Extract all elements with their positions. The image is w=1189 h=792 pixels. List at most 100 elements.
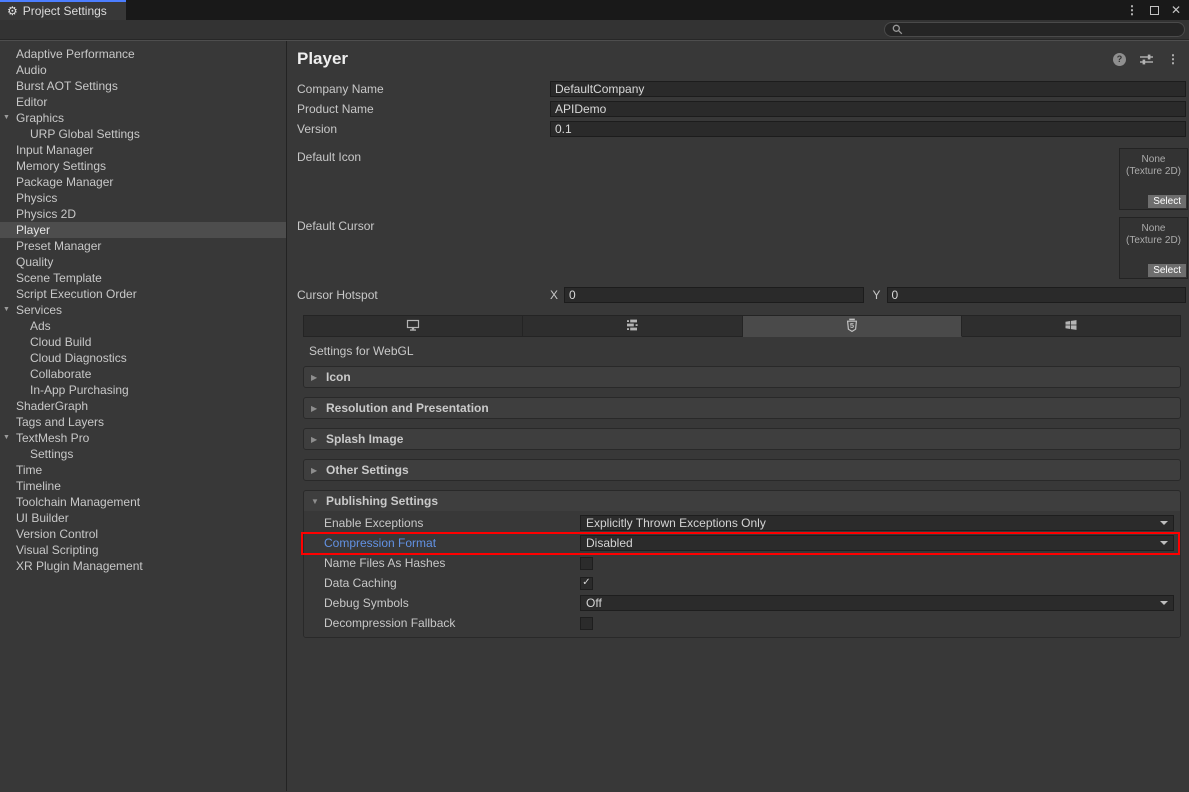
hotspot-y-input[interactable]: [887, 287, 1187, 303]
tab-project-settings[interactable]: ⚙ Project Settings: [0, 0, 126, 20]
section-header-resolution-and-presentation[interactable]: ▶ Resolution and Presentation: [304, 398, 1180, 418]
default-cursor-select-button[interactable]: Select: [1148, 264, 1186, 277]
sidebar-item-visual-scripting[interactable]: Visual Scripting: [0, 542, 286, 558]
sidebar-item-toolchain-management[interactable]: Toolchain Management: [0, 494, 286, 510]
sidebar-item-cloud-diagnostics[interactable]: Cloud Diagnostics: [0, 350, 286, 366]
version-label: Version: [297, 122, 550, 136]
sidebar-item-player[interactable]: Player: [0, 222, 286, 238]
section-body-publishing-settings: Enable ExceptionsExplicitly Thrown Excep…: [304, 511, 1180, 637]
sidebar-item-ui-builder[interactable]: UI Builder: [0, 510, 286, 526]
company-name-row: Company Name: [297, 79, 1186, 99]
foldout-expanded-icon[interactable]: ▼: [311, 497, 320, 506]
sidebar-item-services[interactable]: ▼Services: [0, 302, 286, 318]
default-cursor-thumbnail[interactable]: None (Texture 2D) Select: [1119, 217, 1188, 279]
more-kebab-icon[interactable]: ⋮: [1167, 52, 1179, 66]
sidebar-item-cloud-build[interactable]: Cloud Build: [0, 334, 286, 350]
foldout-expanded-icon[interactable]: ▼: [3, 306, 10, 314]
platform-tab-windows-store[interactable]: [962, 315, 1181, 337]
sidebar-item-collaborate[interactable]: Collaborate: [0, 366, 286, 382]
sidebar-item-package-manager[interactable]: Package Manager: [0, 174, 286, 190]
compression-format-dropdown[interactable]: Disabled: [580, 535, 1174, 551]
sidebar-item-burst-aot-settings[interactable]: Burst AOT Settings: [0, 78, 286, 94]
section-header-splash-image[interactable]: ▶Splash Image: [304, 429, 1180, 449]
sidebar-item-audio[interactable]: Audio: [0, 62, 286, 78]
windows-logo-icon: [1063, 317, 1079, 336]
player-settings-panel: Player ? ⋮ Company NameProduct NameVersi…: [287, 41, 1189, 791]
sidebar-item-graphics[interactable]: ▼Graphics: [0, 110, 286, 126]
default-icon-select-button[interactable]: Select: [1148, 195, 1186, 208]
section-icon: ▶Icon: [303, 366, 1181, 388]
help-icon[interactable]: ?: [1113, 53, 1126, 66]
texture-value-line1: None: [1120, 223, 1187, 235]
foldout-collapsed-icon[interactable]: ▶: [311, 404, 320, 413]
dropdown-selected-value: Off: [586, 596, 602, 610]
sidebar-item-editor[interactable]: Editor: [0, 94, 286, 110]
data-caching-checkbox[interactable]: ✓: [580, 577, 593, 590]
setting-row-name-files-as-hashes: Name Files As Hashes: [304, 553, 1174, 573]
company-name-input[interactable]: [550, 81, 1186, 97]
debug-symbols-dropdown[interactable]: Off: [580, 595, 1174, 611]
close-icon[interactable]: ✕: [1171, 3, 1181, 17]
platform-tab-webgl[interactable]: 5: [743, 315, 962, 337]
sidebar-item-version-control[interactable]: Version Control: [0, 526, 286, 542]
texture-value-line2: (Texture 2D): [1120, 235, 1187, 247]
sidebar-item-time[interactable]: Time: [0, 462, 286, 478]
sidebar-item-label: Player: [0, 223, 50, 237]
window-title: Project Settings: [23, 4, 107, 18]
foldout-expanded-icon[interactable]: ▼: [3, 114, 10, 122]
cursor-hotspot-label: Cursor Hotspot: [297, 288, 550, 302]
window-menu-kebab-icon[interactable]: ⋮: [1126, 3, 1138, 17]
product-name-input[interactable]: [550, 101, 1186, 117]
sidebar-item-memory-settings[interactable]: Memory Settings: [0, 158, 286, 174]
sidebar-item-in-app-purchasing[interactable]: In-App Purchasing: [0, 382, 286, 398]
section-title: Resolution and Presentation: [326, 401, 489, 415]
sidebar-item-xr-plugin-management[interactable]: XR Plugin Management: [0, 558, 286, 574]
version-input[interactable]: [550, 121, 1186, 137]
sidebar-item-settings[interactable]: Settings: [0, 446, 286, 462]
dropdown-caret-icon: [1160, 521, 1168, 525]
sidebar-item-ads[interactable]: Ads: [0, 318, 286, 334]
sidebar-item-label: Input Manager: [0, 143, 93, 157]
search-box[interactable]: [884, 22, 1185, 37]
sidebar-item-urp-global-settings[interactable]: URP Global Settings: [0, 126, 286, 142]
platform-tab-dedicated-server[interactable]: [523, 315, 742, 337]
sidebar-item-shadergraph[interactable]: ShaderGraph: [0, 398, 286, 414]
sidebar-item-script-execution-order[interactable]: Script Execution Order: [0, 286, 286, 302]
content-area: Adaptive PerformanceAudioBurst AOT Setti…: [0, 40, 1189, 791]
enable-exceptions-dropdown[interactable]: Explicitly Thrown Exceptions Only: [580, 515, 1174, 531]
sidebar-item-physics[interactable]: Physics: [0, 190, 286, 206]
name-files-as-hashes-checkbox[interactable]: [580, 557, 593, 570]
decompression-fallback-checkbox[interactable]: [580, 617, 593, 630]
sidebar-item-label: Cloud Build: [0, 335, 91, 349]
default-icon-thumbnail[interactable]: None (Texture 2D) Select: [1119, 148, 1188, 210]
sidebar-item-label: UI Builder: [0, 511, 69, 525]
sidebar-item-scene-template[interactable]: Scene Template: [0, 270, 286, 286]
foldout-collapsed-icon[interactable]: ▶: [311, 466, 320, 475]
maximize-icon[interactable]: [1150, 6, 1159, 15]
sidebar-item-preset-manager[interactable]: Preset Manager: [0, 238, 286, 254]
presets-sliders-icon[interactable]: [1139, 53, 1154, 66]
search-input[interactable]: [907, 23, 1177, 37]
sidebar-item-input-manager[interactable]: Input Manager: [0, 142, 286, 158]
sidebar-item-textmesh-pro[interactable]: ▼TextMesh Pro: [0, 430, 286, 446]
sidebar-item-quality[interactable]: Quality: [0, 254, 286, 270]
section-header-publishing-settings[interactable]: ▼Publishing Settings: [304, 491, 1180, 511]
sidebar-item-label: Ads: [0, 319, 51, 333]
svg-text:5: 5: [850, 321, 854, 330]
sidebar-item-physics-2d[interactable]: Physics 2D: [0, 206, 286, 222]
foldout-collapsed-icon[interactable]: ▶: [311, 373, 320, 382]
sidebar-item-label: Burst AOT Settings: [0, 79, 118, 93]
default-icon-label: Default Icon: [297, 148, 550, 210]
hotspot-x-input[interactable]: [564, 287, 864, 303]
foldout-collapsed-icon[interactable]: ▶: [311, 435, 320, 444]
sidebar-item-timeline[interactable]: Timeline: [0, 478, 286, 494]
foldout-expanded-icon[interactable]: ▼: [3, 434, 10, 442]
x-axis-label: X: [550, 288, 559, 302]
section-header-other-settings[interactable]: ▶Other Settings: [304, 460, 1180, 480]
settings-category-sidebar: Adaptive PerformanceAudioBurst AOT Setti…: [0, 41, 287, 791]
sidebar-item-adaptive-performance[interactable]: Adaptive Performance: [0, 46, 286, 62]
platform-tab-standalone[interactable]: [303, 315, 523, 337]
server-icon: [624, 317, 640, 336]
section-header-icon[interactable]: ▶Icon: [304, 367, 1180, 387]
sidebar-item-tags-and-layers[interactable]: Tags and Layers: [0, 414, 286, 430]
